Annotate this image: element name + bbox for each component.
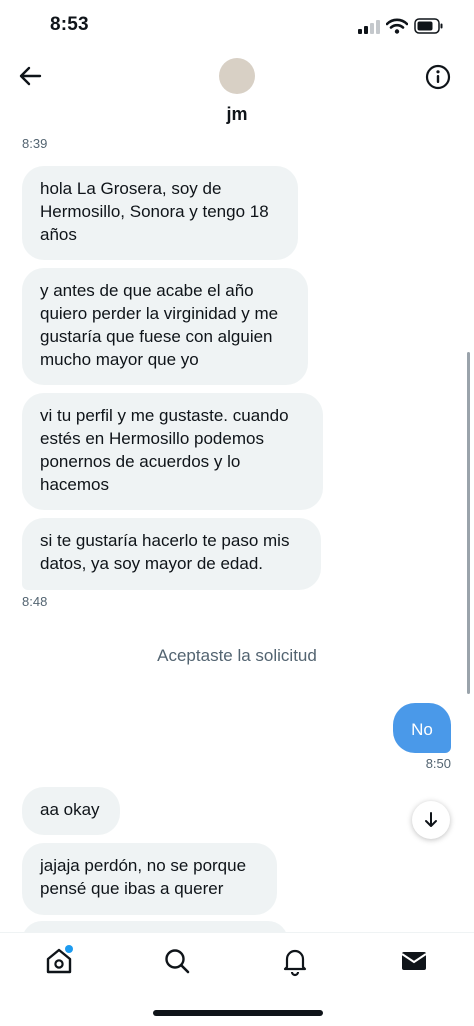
received-message[interactable]: vi tu perfil y me gustaste. cuando estés…	[22, 393, 323, 510]
contact-name: jm	[226, 104, 248, 124]
mail-icon	[401, 952, 427, 970]
scroll-down-button[interactable]	[412, 801, 450, 839]
arrow-down-icon	[425, 812, 437, 827]
message-timestamp: 8:39	[22, 136, 48, 151]
received-message[interactable]: jajaja perdón, no se porque pensé que ib…	[22, 843, 277, 915]
sent-message[interactable]: No	[393, 703, 451, 753]
status-time: 8:53	[50, 14, 89, 35]
tab-home[interactable]	[41, 943, 77, 979]
tab-notifications[interactable]	[277, 943, 313, 979]
battery-icon	[414, 18, 443, 34]
bell-icon	[283, 949, 307, 977]
received-message[interactable]: si te gustaría hacerlo te paso mis datos…	[22, 518, 321, 590]
search-icon	[165, 949, 190, 974]
home-indicator	[153, 1010, 323, 1016]
notification-dot	[65, 945, 73, 953]
cellular-signal-icon	[358, 20, 380, 34]
avatar[interactable]	[219, 58, 255, 94]
tab-messages[interactable]	[396, 943, 432, 979]
received-message[interactable]: y antes de que acabe el año quiero perde…	[22, 268, 308, 385]
home-icon	[46, 945, 73, 974]
sent-message-timestamp: 8:50	[425, 756, 451, 771]
scrollbar[interactable]	[467, 352, 470, 694]
tab-search[interactable]	[159, 943, 195, 979]
info-icon[interactable]	[425, 64, 451, 90]
received-message[interactable]: aa okay	[22, 787, 120, 835]
system-message: Aceptaste la solicitud	[157, 646, 317, 665]
received-message[interactable]: hola La Grosera, soy de Hermosillo, Sono…	[22, 166, 298, 260]
message-timestamp: 8:48	[22, 594, 48, 609]
wifi-icon	[386, 18, 408, 34]
arrow-left-icon[interactable]	[14, 60, 46, 92]
